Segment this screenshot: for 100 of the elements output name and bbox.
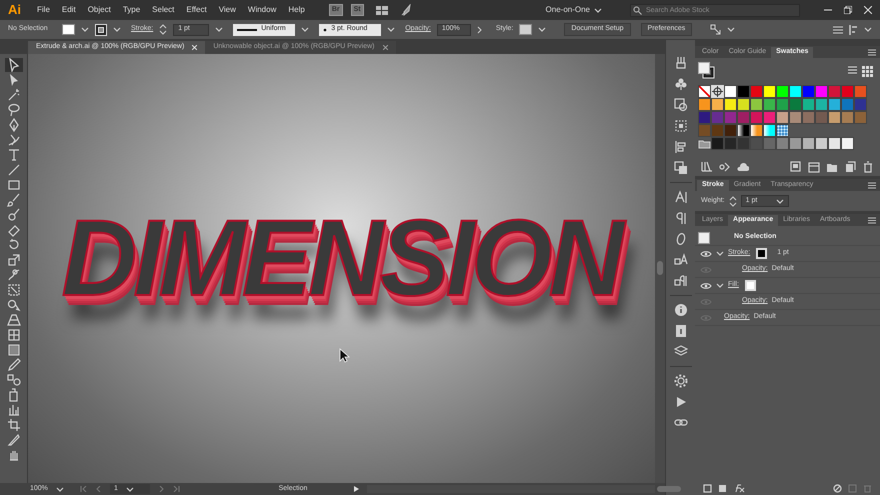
color-swatch[interactable] [724,85,737,98]
color-swatch[interactable] [815,137,828,150]
menu-item[interactable]: Select [152,4,174,16]
color-swatch[interactable] [828,98,841,111]
graphic-style-swatch[interactable] [519,24,532,35]
color-swatch[interactable] [724,137,737,150]
color-swatch[interactable] [711,98,724,111]
opentype-icon[interactable] [674,232,688,246]
restore-icon[interactable] [844,6,852,14]
library-icon[interactable] [701,161,713,173]
color-swatch[interactable] [854,98,867,111]
color-swatch[interactable] [815,98,828,111]
color-swatch[interactable] [698,124,711,137]
color-swatch[interactable] [763,85,776,98]
graphic-styles-icon[interactable] [674,98,688,112]
chevron-down-icon[interactable] [716,251,724,256]
swatch-kind-icon[interactable] [719,161,731,173]
color-swatch[interactable] [776,137,789,150]
swatch-options-icon[interactable] [790,161,802,173]
grid-layout-icon[interactable] [376,6,388,14]
color-swatch[interactable] [711,124,724,137]
align-icon[interactable] [849,24,858,34]
spinner-arrows-icon[interactable] [159,24,168,35]
registration-swatch-icon[interactable] [711,85,724,98]
scrollbar-thumb[interactable] [657,261,663,275]
menu-item[interactable]: Edit [62,4,76,16]
symbol-sprayer-icon[interactable] [6,388,20,402]
color-swatch[interactable] [737,85,750,98]
magic-wand-icon[interactable] [6,88,20,102]
workspace-switcher[interactable]: One-on-One [546,4,602,16]
color-swatch[interactable] [841,137,854,150]
chevron-down-icon[interactable] [776,198,784,204]
color-swatch[interactable] [841,85,854,98]
gradient-swatch[interactable] [763,124,776,137]
new-fill-icon[interactable] [718,484,727,492]
cloud-icon[interactable] [737,161,749,173]
brushes-icon[interactable] [674,56,688,70]
new-swatch-icon[interactable] [844,161,856,173]
stroke-swatch-icon[interactable] [95,24,107,36]
color-swatch[interactable] [828,137,841,150]
spinner-arrows-icon[interactable] [728,196,737,206]
search-icon[interactable] [633,6,642,14]
color-swatch[interactable] [750,111,763,124]
panel-menu-icon[interactable] [868,217,876,224]
none-swatch[interactable] [698,85,711,98]
selection-arrow-icon[interactable] [6,58,20,72]
arrange-icon[interactable] [710,24,722,35]
slice-tool-icon[interactable] [6,433,20,447]
chevron-down-icon[interactable] [81,27,89,32]
paragraph-icon[interactable] [674,211,688,225]
color-swatch[interactable] [737,98,750,111]
color-swatch[interactable] [776,85,789,98]
pen-icon[interactable] [6,118,20,132]
color-swatch[interactable] [750,98,763,111]
character-icon[interactable] [674,190,688,204]
artboard-tool-icon[interactable] [6,418,20,432]
chevron-down-icon[interactable] [301,27,310,32]
scrollbar-thumb[interactable] [657,486,681,492]
color-swatch[interactable] [763,137,776,150]
menu-item[interactable]: Help [288,4,305,16]
color-swatch[interactable] [711,111,724,124]
color-swatch[interactable] [828,111,841,124]
color-swatch[interactable] [802,137,815,150]
color-swatch[interactable] [724,111,737,124]
line-tool-icon[interactable] [6,163,20,177]
list-view-icon[interactable] [848,66,857,74]
color-swatch[interactable] [789,137,802,150]
info-icon[interactable] [674,303,688,317]
chevron-down-icon[interactable] [727,27,736,32]
rectangle-tool-icon[interactable] [6,178,20,192]
color-swatch[interactable] [724,98,737,111]
rotate-icon[interactable] [6,238,20,252]
color-swatch[interactable] [854,111,867,124]
document-info-icon[interactable] [674,324,688,338]
attribute-swatch[interactable] [744,280,756,291]
distribute-icon[interactable] [674,140,688,154]
color-swatch[interactable] [776,98,789,111]
chevron-down-icon[interactable] [215,27,224,32]
club-symbol-icon[interactable] [674,77,688,91]
color-swatch[interactable] [815,85,828,98]
eraser-icon[interactable] [6,223,20,237]
pattern-swatch[interactable] [776,124,789,137]
chevron-down-icon[interactable] [594,8,602,12]
color-swatch[interactable] [828,85,841,98]
character-styles-icon[interactable] [674,253,688,267]
align-panel-icon[interactable] [674,119,688,133]
color-swatch[interactable] [802,85,815,98]
color-swatch[interactable] [789,98,802,111]
color-swatch[interactable] [750,137,763,150]
menu-item[interactable]: Window [248,4,276,16]
scale-tool-icon[interactable] [6,253,20,267]
color-group-icon[interactable] [808,161,820,173]
color-swatch[interactable] [698,98,711,111]
color-swatch[interactable] [802,98,815,111]
chevron-down-icon[interactable] [716,283,724,288]
pathfinder-icon[interactable] [674,161,688,175]
folder-icon[interactable] [826,161,838,173]
menu-item[interactable]: Type [122,4,140,16]
type-tool-icon[interactable] [6,148,20,162]
color-swatch[interactable] [854,85,867,98]
